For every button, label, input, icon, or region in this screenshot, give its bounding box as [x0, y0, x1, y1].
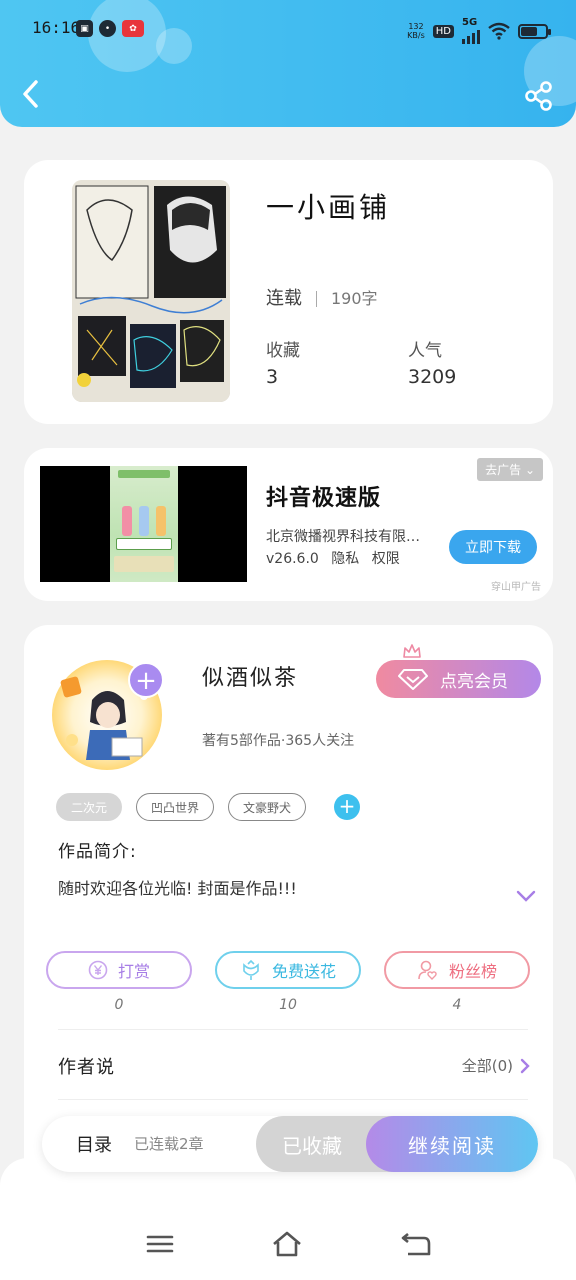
serial-status: 连载 — [266, 288, 302, 309]
tag-list: 二次元 凹凸世界 文豪野犬 + — [56, 793, 361, 821]
author-says-all-link[interactable]: 全部(0) — [462, 1055, 531, 1076]
divider — [316, 291, 317, 307]
remove-ad-label: 去广告 — [485, 463, 522, 477]
continue-reading-button[interactable]: 继续阅读 — [366, 1116, 538, 1172]
network-type: 5G — [462, 17, 478, 28]
user-heart-icon — [418, 960, 437, 980]
ad-card[interactable]: 抖音极速版 北京微播视界科技有限… v26.6.0 隐私 权限 去广告 ⌄ 立即… — [24, 448, 553, 601]
diamond-icon — [398, 669, 428, 690]
cellular-signal-icon: 5G — [462, 18, 480, 44]
share-icon[interactable] — [524, 80, 554, 112]
tag-item[interactable]: 凹凸世界 — [136, 793, 215, 821]
follow-plus-button[interactable]: + — [128, 662, 164, 698]
ad-app-title: 抖音极速版 — [266, 486, 382, 511]
system-icons: 132 KB/s HD 5G — [407, 18, 551, 44]
shop-icon: ✿ — [122, 20, 144, 37]
status-bar: 16:16 ▣ • ✿ 132 KB/s HD 5G — [0, 0, 576, 60]
hd-icon: HD — [432, 24, 454, 38]
ad-poster-image — [110, 466, 178, 582]
message-icon: • — [99, 20, 116, 37]
book-cover-image[interactable] — [72, 180, 230, 402]
book-status-line: 连载 190字 — [266, 284, 378, 310]
reward-button[interactable]: 打赏 — [46, 951, 192, 989]
ad-company: 北京微播视界科技有限… — [266, 529, 420, 545]
cover-artwork — [72, 180, 230, 402]
status-time: 16:16 — [32, 18, 81, 37]
fans-label: 粉丝榜 — [448, 962, 497, 981]
app-notification-icon: ▣ — [76, 20, 93, 37]
book-title: 一小画铺 — [266, 191, 391, 224]
divider — [58, 1099, 528, 1100]
ad-meta: v26.6.0 隐私 权限 — [266, 548, 400, 568]
book-info-card: 一小画铺 连载 190字 收藏 3 人气 3209 — [24, 160, 553, 424]
reward-count: 0 — [114, 997, 124, 1013]
home-icon[interactable] — [271, 1230, 303, 1258]
ad-source: 穿山甲广告 — [491, 582, 541, 593]
word-count: 190字 — [331, 289, 378, 308]
notification-icons: ▣ • ✿ — [76, 20, 144, 37]
author-stats: 著有5部作品·365人关注 — [202, 733, 355, 749]
flower-icon — [243, 959, 259, 980]
popularity-value: 3209 — [408, 366, 457, 388]
author-says-title: 作者说 — [58, 1057, 115, 1078]
toc-button[interactable]: 目录 — [76, 1131, 112, 1157]
chevron-down-icon: ⌄ — [524, 463, 535, 477]
tag-item[interactable]: 文豪野犬 — [228, 793, 307, 821]
header-bar: 16:16 ▣ • ✿ 132 KB/s HD 5G — [0, 0, 576, 127]
reading-bar: 目录 已连载2章 已收藏 继续阅读 — [42, 1116, 538, 1172]
return-icon[interactable] — [400, 1230, 432, 1258]
send-flower-button[interactable]: 免费送花 — [215, 951, 361, 989]
speed-value: 132 — [408, 22, 424, 31]
all-label: 全部(0) — [461, 1057, 513, 1075]
remove-ad-button[interactable]: 去广告 ⌄ — [477, 458, 543, 481]
download-button[interactable]: 立即下载 — [449, 530, 537, 564]
divider — [58, 1029, 528, 1030]
ad-privacy-link[interactable]: 隐私 — [331, 551, 359, 567]
author-name: 似酒似茶 — [202, 666, 299, 691]
yen-coin-icon — [88, 960, 108, 980]
chevron-right-icon — [520, 1058, 530, 1073]
chevron-down-icon[interactable] — [514, 887, 538, 905]
crown-icon — [403, 644, 421, 658]
back-icon[interactable] — [18, 76, 46, 112]
flower-label: 免费送花 — [271, 962, 336, 981]
battery-icon — [518, 23, 551, 39]
reward-label: 打赏 — [117, 962, 150, 981]
fan-ranking-button[interactable]: 粉丝榜 — [384, 951, 530, 989]
ad-version: v26.6.0 — [266, 551, 319, 567]
toc-status: 已连载2章 — [134, 1135, 204, 1153]
add-tag-button[interactable]: + — [334, 794, 361, 820]
collect-label: 收藏 — [266, 341, 300, 361]
network-speed: 132 KB/s — [407, 22, 425, 40]
author-card: + 似酒似茶 著有5部作品·365人关注 点亮会员 二次元 凹凸世界 文豪野犬 … — [24, 625, 553, 1185]
menu-icon[interactable] — [144, 1230, 176, 1258]
intro-label: 作品简介: — [58, 842, 137, 862]
wifi-icon — [488, 22, 510, 40]
speed-unit: KB/s — [407, 31, 425, 40]
ad-permission-link[interactable]: 权限 — [372, 551, 400, 567]
fans-count: 4 — [452, 997, 462, 1013]
collect-value: 3 — [266, 366, 279, 388]
tag-item[interactable]: 二次元 — [56, 793, 123, 821]
system-nav-bar — [0, 1158, 576, 1280]
ad-video-thumbnail[interactable] — [40, 466, 247, 582]
flower-count: 10 — [279, 997, 297, 1013]
popularity-label: 人气 — [408, 341, 442, 361]
intro-text: 随时欢迎各位光临! 封面是作品!!! — [58, 879, 297, 898]
